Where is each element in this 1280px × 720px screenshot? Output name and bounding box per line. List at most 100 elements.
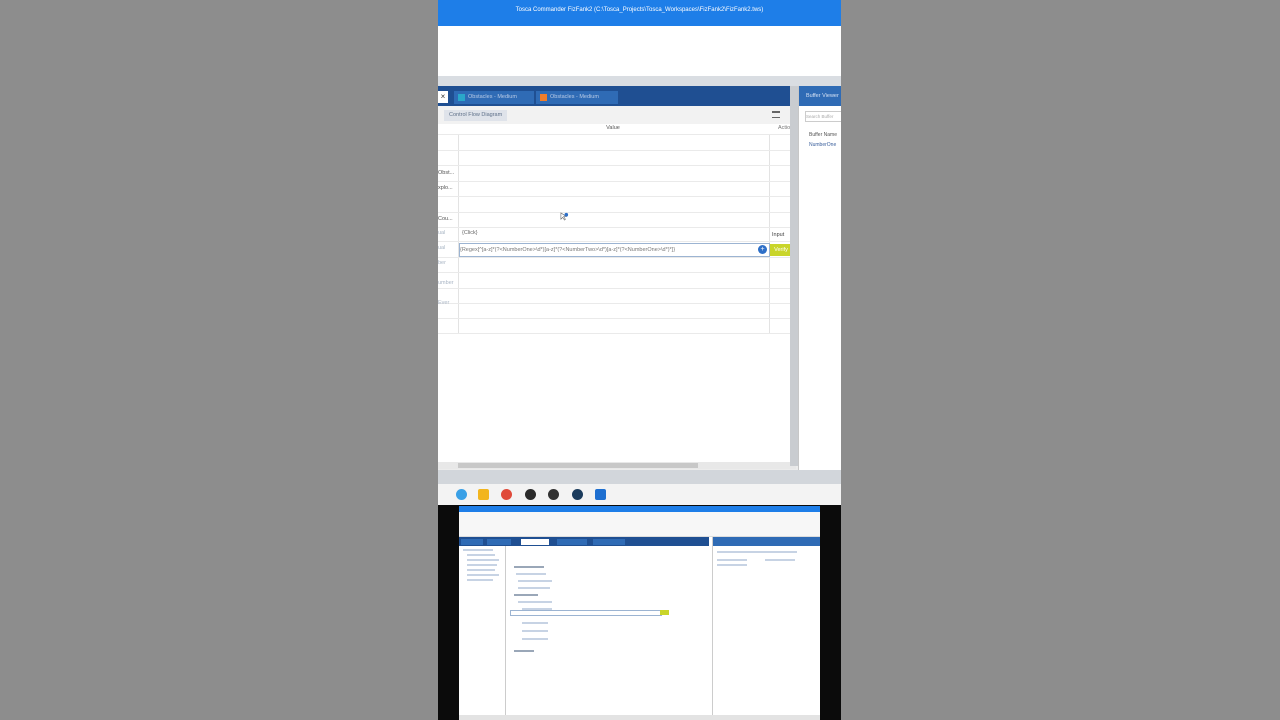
action-mode-input[interactable]: Input xyxy=(772,232,784,238)
preview-tab xyxy=(521,539,549,545)
preview-verify-badge xyxy=(660,610,669,615)
row-label[interactable]: ber xyxy=(438,260,446,266)
row-divider xyxy=(438,257,790,258)
buffer-row[interactable]: NumberOne xyxy=(809,142,836,148)
add-icon[interactable]: + xyxy=(758,245,767,254)
tosca-icon[interactable] xyxy=(595,489,606,500)
column-divider xyxy=(458,134,459,334)
action-column-header: Actio xyxy=(778,125,791,131)
row-divider xyxy=(438,165,790,166)
row-divider xyxy=(438,303,790,304)
row-divider xyxy=(438,134,790,135)
row-label[interactable]: umber xyxy=(438,280,454,286)
preview-grid xyxy=(506,546,709,714)
preview-line xyxy=(514,566,544,568)
preview-line xyxy=(463,549,493,551)
row-divider xyxy=(438,272,790,273)
folder-icon[interactable] xyxy=(478,489,489,500)
preview-tab-bar xyxy=(459,537,709,546)
row-divider xyxy=(438,288,790,289)
preview-line xyxy=(522,622,548,624)
full-window-preview xyxy=(438,505,841,720)
obs-icon[interactable] xyxy=(525,489,536,500)
buffer-search-input[interactable]: Search Buffer xyxy=(805,111,841,122)
row-divider xyxy=(438,333,790,334)
action-mode-verify[interactable]: Verify xyxy=(770,244,792,256)
panel-splitter[interactable] xyxy=(790,86,798,466)
row-label[interactable]: ual xyxy=(438,230,445,236)
preview-line xyxy=(765,559,795,561)
row-label[interactable]: xplo... xyxy=(438,185,453,191)
tab-label: Obstacles - Medium xyxy=(550,94,599,100)
preview-line xyxy=(518,580,552,582)
row-label[interactable]: ual xyxy=(438,245,445,251)
buffer-viewer-panel: Buffer Viewer Search Buffer Buffer Name … xyxy=(798,86,841,470)
tab-obstacles-medium-2[interactable]: Obstacles - Medium xyxy=(536,91,618,104)
row-divider xyxy=(438,318,790,319)
preview-tab xyxy=(487,539,511,545)
app-icon[interactable] xyxy=(548,489,559,500)
sub-tab-bar: Control Flow Diagram xyxy=(438,106,796,125)
tab-icon xyxy=(540,94,547,101)
ribbon-area xyxy=(438,26,841,76)
preview-tab xyxy=(557,539,587,545)
preview-line xyxy=(467,559,499,561)
testcase-grid: Value Actio Obst... xplo... Cou... ual u… xyxy=(438,124,796,464)
taskbar xyxy=(438,484,841,505)
preview-ribbon xyxy=(459,512,820,537)
row-divider xyxy=(438,212,790,213)
preview-line xyxy=(522,638,548,640)
row-divider xyxy=(438,227,790,228)
preview-line xyxy=(518,587,550,589)
row-label[interactable]: Ever xyxy=(438,300,449,306)
value-column-header: Value xyxy=(606,125,620,131)
preview-line xyxy=(467,574,499,576)
horizontal-scrollbar[interactable] xyxy=(438,462,796,469)
preview-line xyxy=(717,564,747,566)
preview-line xyxy=(522,630,548,632)
row-label[interactable]: Obst... xyxy=(438,170,454,176)
scrollbar-thumb[interactable] xyxy=(458,463,698,468)
preview-line xyxy=(717,559,747,561)
document-tab-bar: × Obstacles - Medium Obstacles - Medium xyxy=(438,86,798,106)
preview-window xyxy=(459,506,820,720)
preview-regex-field xyxy=(510,610,662,616)
click-value[interactable]: {Click} xyxy=(462,230,478,236)
preview-buffer-title xyxy=(713,537,820,546)
chrome-icon[interactable] xyxy=(501,489,512,500)
preview-tab xyxy=(593,539,625,545)
preview-line xyxy=(516,573,546,575)
tab-label: Obstacles - Medium xyxy=(468,94,517,100)
column-divider xyxy=(769,134,770,334)
buffer-column-header: Buffer Name xyxy=(809,132,837,138)
row-label[interactable]: Cou... xyxy=(438,216,453,222)
edge-icon[interactable] xyxy=(456,489,467,500)
tab-icon xyxy=(458,94,465,101)
preview-status-bar xyxy=(459,715,820,720)
close-icon[interactable]: × xyxy=(438,91,448,103)
window-title: Tosca Commander FizFank2 (C:\Tosca_Proje… xyxy=(515,7,764,13)
preview-line xyxy=(467,579,493,581)
preview-line xyxy=(467,554,495,556)
preview-line xyxy=(514,650,534,652)
preview-line xyxy=(514,594,538,596)
preview-tree-panel xyxy=(459,546,506,716)
row-divider xyxy=(438,181,790,182)
pointer-cursor-icon xyxy=(560,212,569,221)
zoomed-window: Tosca Commander FizFank2 (C:\Tosca_Proje… xyxy=(438,0,841,505)
title-bar: Tosca Commander FizFank2 (C:\Tosca_Proje… xyxy=(438,0,841,26)
preview-line xyxy=(717,551,797,553)
preview-tab xyxy=(461,539,483,545)
tab-control-flow-diagram[interactable]: Control Flow Diagram xyxy=(444,110,508,121)
preview-line xyxy=(467,564,497,566)
status-strip xyxy=(438,470,841,484)
pin-icon[interactable] xyxy=(772,111,780,118)
preview-buffer-panel xyxy=(712,537,820,717)
preview-line xyxy=(518,601,552,603)
separator xyxy=(438,76,841,86)
steam-icon[interactable] xyxy=(572,489,583,500)
row-divider xyxy=(438,241,790,242)
preview-line xyxy=(467,569,495,571)
regex-value-input[interactable]: {Regex[^[a-z]*(?<NumberOne>\d*)[a-z]*(?<… xyxy=(459,243,770,257)
tab-obstacles-medium-1[interactable]: Obstacles - Medium xyxy=(454,91,534,104)
